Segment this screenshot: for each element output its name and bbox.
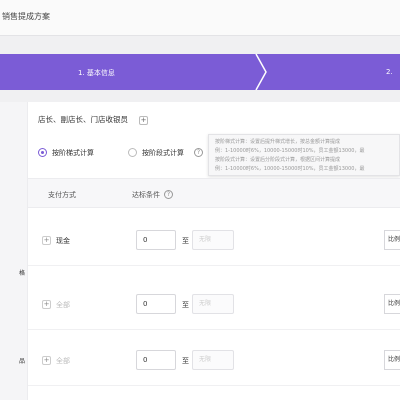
page-title: 销售提成方案 [2,12,50,21]
steps-bar: 1. 基本信息 2. [0,54,400,90]
to-input[interactable]: 无限 [192,294,234,314]
from-input[interactable]: 0 [136,230,176,250]
to-label: 至 [182,237,189,245]
tooltip-line: 例：1-10000时6%，10000-15000时10%，员工金额13000，最 [215,148,365,154]
to-label: 至 [182,357,189,365]
help-icon[interactable]: ? [194,148,203,157]
add-pay-method-button[interactable]: + [42,300,51,309]
calc-mode-tooltip: 按阶梯式计算：设置后提升梯式增长，按总金额计算提成 例：1-10000时6%，1… [208,134,400,176]
to-input[interactable]: 无限 [192,230,234,250]
ratio-select[interactable]: 比例 [384,230,400,250]
tooltip-line: 按阶梯式计算：设置后提升梯式增长，按总金额计算提成 [215,139,341,145]
th-condition: 达标条件 [132,191,160,199]
left-row-mark: 格 [18,270,25,277]
table-row: + 现金 0 至 无限 比例 [28,210,400,266]
page: 销售提成方案 1. 基本信息 2. 店长、副店长、门店收银员 + 按阶梯式计算 … [0,0,400,400]
add-pay-method-button[interactable]: + [42,356,51,365]
add-role-button[interactable]: + [139,116,148,125]
pay-method-name: 现金 [56,237,70,245]
to-input[interactable]: 无限 [192,350,234,370]
step-2-label[interactable]: 2. [386,68,393,76]
ratio-select[interactable]: 比例 [384,350,400,370]
add-pay-method-button[interactable]: + [42,236,51,245]
tooltip-line: 例：1-10000时6%，10000-15000时10%，员工金额13000，最 [215,166,365,172]
ratio-select[interactable]: 比例 [384,294,400,314]
roles-label: 店长、副店长、门店收银员 [38,115,128,124]
from-input[interactable]: 0 [136,294,176,314]
left-row-mark: 品 [18,358,25,365]
table-row: + 全部 0 至 无限 比例 [28,274,400,330]
from-input[interactable]: 0 [136,350,176,370]
table-header: 支付方式 达标条件 ? [28,178,400,208]
radio-stage-label[interactable]: 按阶段式计算 [142,148,184,158]
tooltip-line: 按阶段式计算：设置后分阶段式计算，根据区间计算提成 [215,157,341,163]
step-divider-chevron-icon [255,54,267,90]
to-label: 至 [182,301,189,309]
pay-method-name: 全部 [56,357,70,365]
header: 销售提成方案 [0,0,400,36]
radio-ladder-icon[interactable] [38,148,47,157]
step-1-label[interactable]: 1. 基本信息 [78,68,115,78]
condition-help-icon[interactable]: ? [164,190,173,199]
radio-ladder-label[interactable]: 按阶梯式计算 [52,148,94,158]
table-row: + 全部 0 至 无限 比例 [28,330,400,386]
radio-stage-icon[interactable] [128,148,137,157]
pay-method-name: 全部 [56,301,70,309]
th-pay-method: 支付方式 [48,191,76,199]
